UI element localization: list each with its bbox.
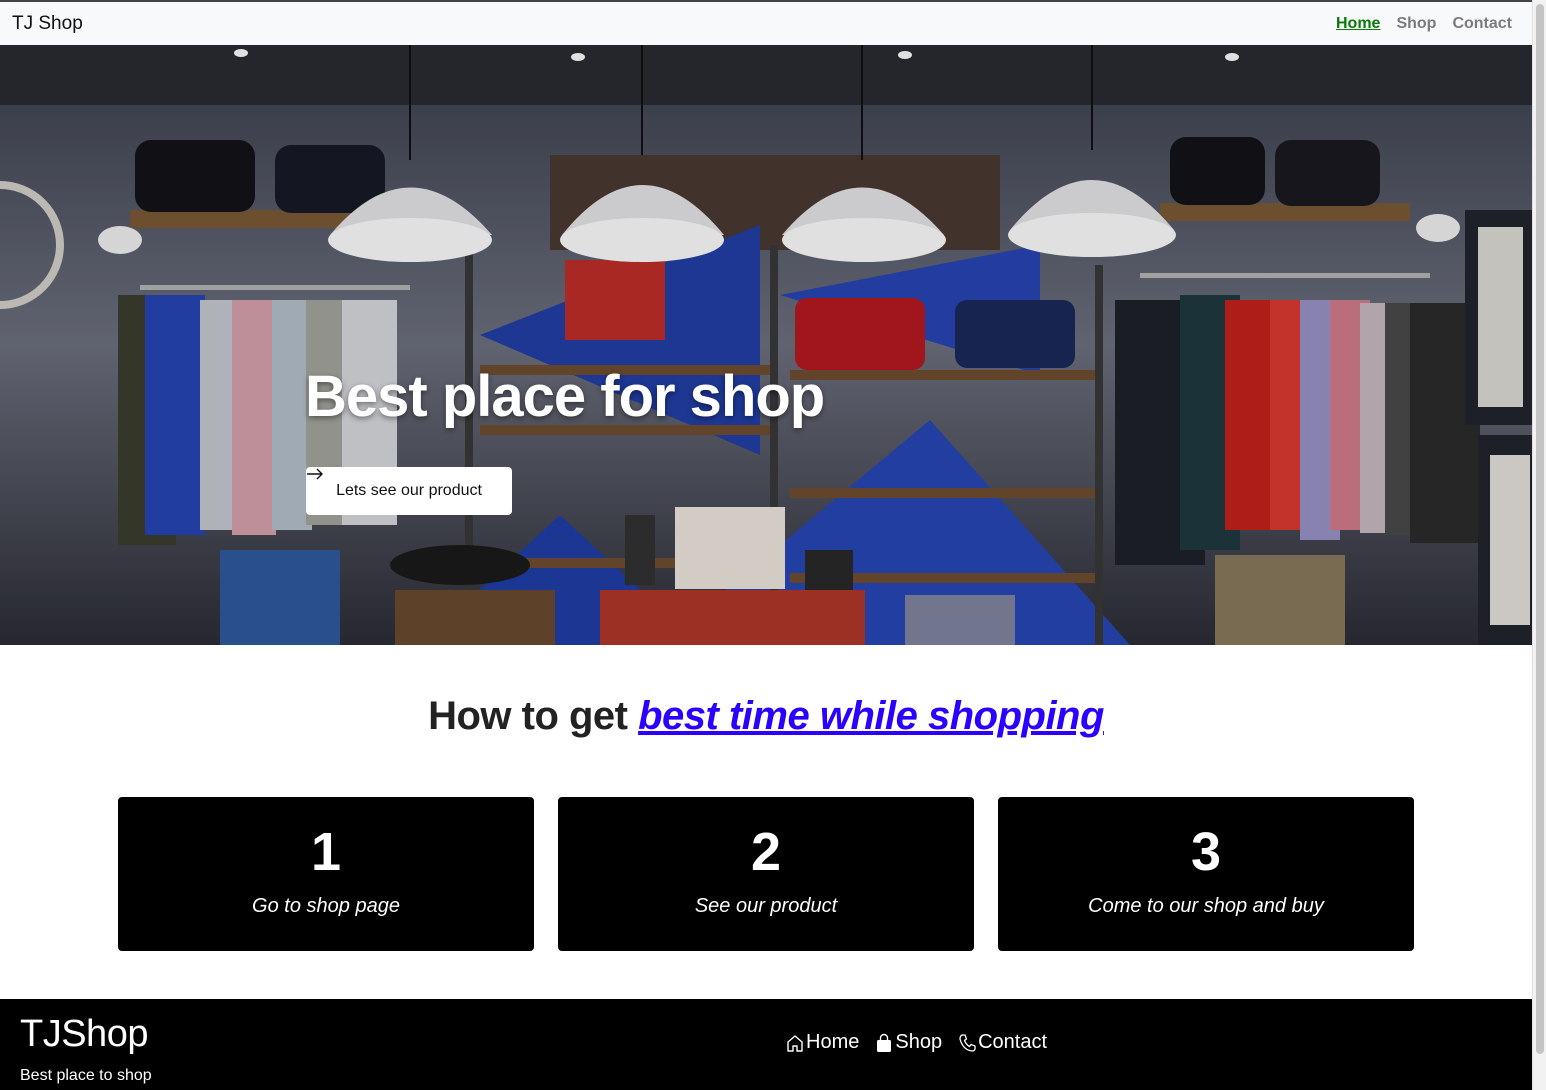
see-product-button[interactable]: Lets see our product — [306, 467, 512, 515]
page-scrollbar[interactable] — [1532, 0, 1546, 1090]
navbar-brand[interactable]: TJ Shop — [12, 13, 83, 35]
step-number: 2 — [750, 821, 782, 882]
navbar-links: Home Shop Contact — [1336, 15, 1520, 33]
step-number: 3 — [1190, 821, 1222, 882]
hero-banner: Best place for shop Lets see our product — [0, 45, 1532, 645]
section-heading-link[interactable]: best time while shopping — [638, 694, 1104, 738]
nav-link-shop[interactable]: Shop — [1396, 15, 1436, 33]
footer-link-contact[interactable]: Contact — [958, 1031, 1047, 1054]
footer-tagline: Best place to shop — [20, 1067, 152, 1084]
footer-link-label: Contact — [978, 1031, 1048, 1053]
step-number: 1 — [310, 821, 342, 882]
footer-link-label: Shop — [895, 1031, 943, 1053]
footer-link-shop[interactable]: Shop — [875, 1031, 942, 1054]
nav-link-home[interactable]: Home — [1336, 15, 1380, 33]
phone-icon — [959, 1033, 976, 1052]
footer-link-label: Home — [806, 1031, 860, 1053]
scrollbar-thumb[interactable] — [1536, 4, 1544, 1054]
step-cards: 1 Go to shop page 2 See our product 3 Co… — [118, 797, 1414, 951]
step-text: See our product — [694, 894, 838, 917]
hero-background-image — [0, 45, 1532, 645]
top-navbar: TJ Shop Home Shop Contact — [0, 0, 1532, 45]
footer-link-home[interactable]: Home — [786, 1031, 859, 1054]
footer-nav: Home Shop Contact — [786, 1031, 1047, 1054]
step-text: Go to shop page — [252, 894, 400, 917]
step-card-1: 1 Go to shop page — [118, 797, 534, 951]
footer-brand: TJShop — [20, 1013, 148, 1055]
nav-link-contact[interactable]: Contact — [1452, 15, 1512, 33]
section-heading: How to get best time while shopping — [0, 694, 1532, 739]
house-icon — [787, 1034, 803, 1052]
shopping-bag-icon — [877, 1033, 892, 1052]
hero-title: Best place for shop — [305, 364, 825, 429]
arrow-right-icon — [307, 468, 323, 480]
step-card-3: 3 Come to our shop and buy — [998, 797, 1414, 951]
step-card-2: 2 See our product — [558, 797, 974, 951]
step-text: Come to our shop and buy — [1088, 894, 1324, 917]
footer: TJShop Best place to shop Home Shop Cont… — [0, 999, 1532, 1090]
section-heading-prefix: How to get — [428, 694, 639, 738]
see-product-button-label: Lets see our product — [336, 482, 482, 499]
page: TJ Shop Home Shop Contact Best place for… — [0, 0, 1546, 1090]
